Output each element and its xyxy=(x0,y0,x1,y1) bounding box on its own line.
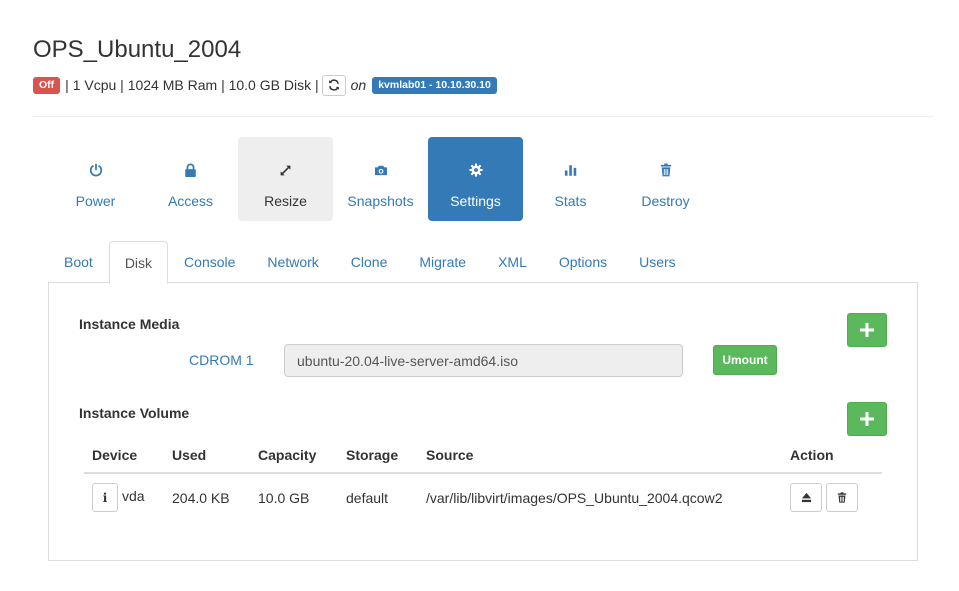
instance-media-title: Instance Media xyxy=(79,316,180,332)
tab-migrate[interactable]: Migrate xyxy=(403,241,482,283)
page-title: OPS_Ubuntu_2004 xyxy=(33,36,242,63)
info-icon: i xyxy=(102,490,108,505)
tool-snapshots[interactable]: Snapshots xyxy=(333,137,428,221)
tool-resize[interactable]: Resize xyxy=(238,137,333,221)
cell-device: i vda xyxy=(84,473,164,521)
cell-storage: default xyxy=(346,489,389,506)
tab-options[interactable]: Options xyxy=(543,241,623,283)
table-header-row: Device Used Capacity Storage Source Acti… xyxy=(84,437,882,474)
tool-label: Snapshots xyxy=(347,193,414,209)
table-row: i vda 204.0 KB 10.0 GB default /var/lib/l… xyxy=(84,473,882,521)
tab-boot[interactable]: Boot xyxy=(48,241,109,283)
column-header-capacity: Capacity xyxy=(250,437,338,474)
media-iso-field[interactable]: ubuntu-20.04-live-server-amd64.iso xyxy=(284,344,683,377)
detach-button[interactable] xyxy=(790,483,822,512)
tool-label: Power xyxy=(75,193,116,209)
lock-icon xyxy=(184,162,197,178)
tool-label: Access xyxy=(167,193,214,209)
instance-toolbar: Power Access Resize Snapshots Settings S… xyxy=(48,137,713,221)
tool-label: Resize xyxy=(264,193,307,209)
gear-icon xyxy=(468,162,483,178)
tab-users[interactable]: Users xyxy=(623,241,692,283)
tool-label: Settings xyxy=(450,193,501,209)
camera-icon xyxy=(374,162,388,178)
divider xyxy=(33,116,933,117)
volume-table: Device Used Capacity Storage Source Acti… xyxy=(84,437,882,521)
plus-icon xyxy=(860,323,874,337)
instance-volume-title: Instance Volume xyxy=(79,405,190,421)
umount-button[interactable]: Umount xyxy=(713,345,777,375)
tool-stats[interactable]: Stats xyxy=(523,137,618,221)
add-media-button[interactable] xyxy=(847,313,887,347)
tab-xml[interactable]: XML xyxy=(482,241,543,283)
trash-icon xyxy=(660,162,672,178)
column-header-action: Action xyxy=(782,437,882,474)
power-icon xyxy=(89,162,103,178)
delete-volume-button[interactable] xyxy=(826,483,858,512)
cell-source: /var/lib/libvirt/images/OPS_Ubuntu_2004.… xyxy=(426,489,723,506)
bar-chart-icon xyxy=(564,162,578,178)
cell-used: 204.0 KB xyxy=(172,489,230,506)
instance-specs: | 1 Vcpu | 1024 MB Ram | 10.0 GB Disk | xyxy=(65,77,319,93)
eject-icon xyxy=(801,492,811,503)
tool-label: Destroy xyxy=(641,193,690,209)
tool-settings[interactable]: Settings xyxy=(428,137,523,221)
tool-access[interactable]: Access xyxy=(143,137,238,221)
add-volume-button[interactable] xyxy=(847,402,887,436)
status-badge: Off xyxy=(33,76,61,94)
settings-tabs: Boot Disk Console Network Clone Migrate … xyxy=(48,241,918,284)
trash-icon xyxy=(837,492,847,503)
column-header-used: Used xyxy=(164,437,250,474)
cell-capacity: 10.0 GB xyxy=(258,489,310,506)
tab-clone[interactable]: Clone xyxy=(335,241,404,283)
tool-label: Stats xyxy=(554,193,587,209)
tool-destroy[interactable]: Destroy xyxy=(618,137,713,221)
column-header-storage: Storage xyxy=(338,437,418,474)
column-header-device: Device xyxy=(84,437,164,474)
on-label: on xyxy=(350,77,367,93)
instance-summary: Off | 1 Vcpu | 1024 MB Ram | 10.0 GB Dis… xyxy=(33,74,497,96)
cell-action xyxy=(782,473,882,521)
host-badge[interactable]: kvmlab01 - 10.10.30.10 xyxy=(372,76,497,94)
expand-icon xyxy=(279,162,292,178)
refresh-button[interactable] xyxy=(321,74,346,96)
device-name: vda xyxy=(122,488,145,505)
tab-disk[interactable]: Disk xyxy=(108,241,169,284)
tool-power[interactable]: Power xyxy=(48,137,143,221)
refresh-icon xyxy=(328,79,339,91)
tab-console[interactable]: Console xyxy=(168,241,251,283)
info-button[interactable]: i xyxy=(92,483,118,512)
plus-icon xyxy=(860,412,874,426)
tab-network[interactable]: Network xyxy=(251,241,334,283)
cdrom-label: CDROM 1 xyxy=(189,352,254,368)
column-header-source: Source xyxy=(418,437,782,474)
